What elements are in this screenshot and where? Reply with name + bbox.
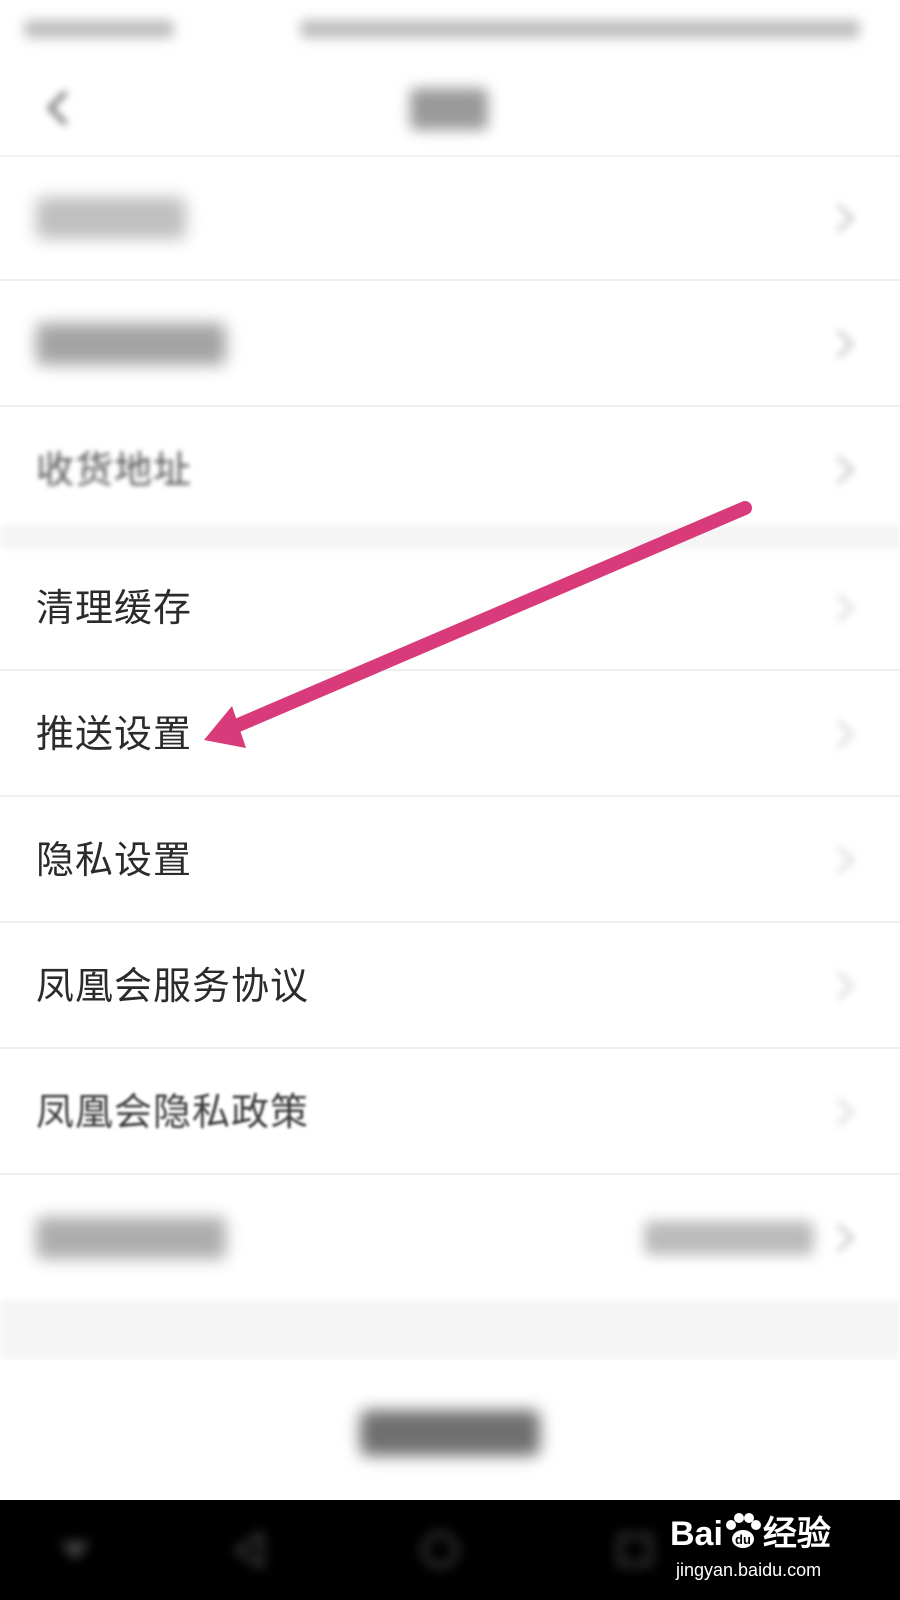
settings-row-push-settings[interactable]: 推送设置 (0, 671, 900, 797)
svg-text:du: du (735, 1532, 751, 1547)
version-value (644, 1221, 814, 1255)
chevron-right-icon (836, 329, 855, 359)
chevron-right-icon (836, 1097, 855, 1127)
nav-bar (0, 60, 900, 157)
chevron-right-icon (836, 845, 855, 875)
logout-label (360, 1410, 540, 1456)
logout-button[interactable] (0, 1360, 900, 1510)
settings-row-label: 清理缓存 (36, 586, 193, 630)
chevron-right-icon (836, 593, 855, 623)
baidu-jingyan-watermark: Bai du 经验 jingyan.baidu.com (670, 1498, 860, 1598)
watermark-brand-left: Bai (670, 1515, 723, 1553)
nav-recents-icon[interactable] (610, 1528, 660, 1572)
watermark-brand-right: 经验 (762, 1515, 831, 1553)
chevron-right-icon (836, 719, 855, 749)
nav-back-icon[interactable] (225, 1528, 275, 1572)
settings-row-shipping-address[interactable]: 收货地址 (0, 407, 900, 533)
chevron-right-icon (836, 455, 855, 485)
chevron-right-icon (836, 971, 855, 1001)
settings-row-privacy-policy[interactable]: 凤凰会隐私政策 (0, 1049, 900, 1175)
settings-row-label: 收货地址 (36, 448, 193, 492)
status-bar (0, 0, 900, 60)
settings-row-label: 推送设置 (36, 712, 193, 756)
settings-row-about[interactable] (0, 1175, 900, 1301)
back-arrow-icon[interactable] (38, 86, 78, 130)
settings-row-personal-info[interactable] (0, 155, 900, 281)
nav-home-icon[interactable] (415, 1528, 465, 1572)
settings-row-label: 隐私设置 (36, 838, 193, 882)
settings-row-privacy-settings[interactable]: 隐私设置 (0, 797, 900, 923)
nav-dropdown-icon[interactable] (50, 1528, 100, 1572)
settings-row-label: 凤凰会服务协议 (36, 964, 310, 1008)
settings-row-label: 凤凰会隐私政策 (36, 1090, 310, 1134)
paw-icon: du (725, 1513, 761, 1548)
watermark-url: jingyan.baidu.com (676, 1560, 822, 1580)
page-title (410, 88, 488, 130)
section-divider (0, 1300, 900, 1360)
settings-row-account-security[interactable] (0, 281, 900, 407)
watermark-brand: Bai du 经验 (670, 1506, 831, 1555)
settings-row-service-agreement[interactable]: 凤凰会服务协议 (0, 923, 900, 1049)
settings-row-clear-cache[interactable]: 清理缓存 (0, 545, 900, 671)
chevron-right-icon (836, 1223, 855, 1253)
chevron-right-icon (836, 203, 855, 233)
